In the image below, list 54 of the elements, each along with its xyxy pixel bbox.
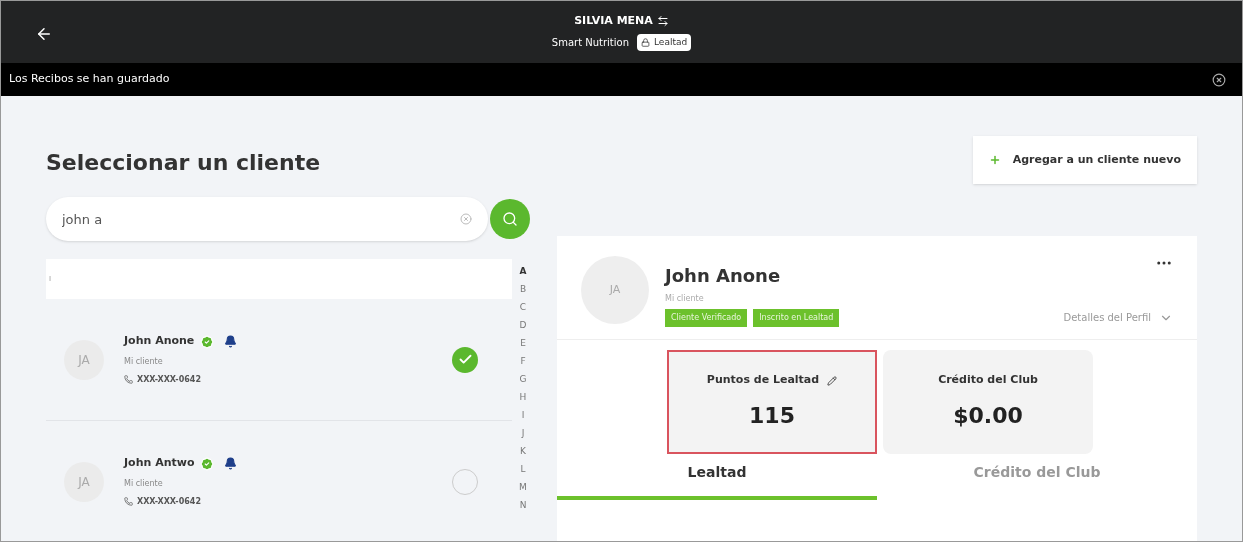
client-phone: XXX-XXX-0642 [137, 495, 201, 508]
edit-icon[interactable] [827, 375, 838, 386]
selected-check[interactable] [452, 346, 478, 373]
add-client-button[interactable]: Agregar a un cliente nuevo [972, 136, 1197, 184]
avatar: JA [64, 461, 104, 502]
stat-value: 115 [749, 401, 795, 430]
index-letter[interactable]: F [520, 355, 526, 368]
notification-message: Los Recibos se han guardado [9, 71, 171, 88]
search-field[interactable]: john a [46, 197, 488, 241]
index-letter[interactable]: J [521, 427, 525, 440]
phone-icon [124, 375, 133, 385]
back-button[interactable] [35, 25, 53, 43]
index-letter[interactable]: K [520, 445, 526, 458]
index-letter[interactable]: C [519, 301, 527, 314]
profile-details-toggle[interactable]: Detalles del Perfil [1063, 310, 1173, 325]
lock-icon [641, 37, 650, 47]
phone-icon [124, 497, 133, 507]
client-phone: XXX-XXX-0642 [137, 373, 201, 386]
index-letter[interactable]: I [521, 409, 525, 422]
stat-value: $0.00 [953, 401, 1023, 430]
client-type: Mi cliente [665, 293, 705, 305]
avatar: JA [64, 339, 104, 380]
search-button[interactable] [490, 199, 530, 239]
index-letter[interactable]: A [519, 265, 527, 278]
close-icon[interactable] [1212, 72, 1226, 87]
plus-icon [988, 154, 1001, 166]
swap-icon[interactable] [656, 15, 669, 28]
index-letter[interactable]: B [519, 283, 527, 296]
stat-label: Puntos de Lealtad [706, 372, 820, 389]
page-title: Seleccionar un cliente [46, 149, 322, 177]
client-name: John Antwo [124, 455, 195, 472]
status-tag: Inscrito en Lealtad [753, 309, 840, 327]
index-letter[interactable]: M [519, 481, 527, 494]
mode-chip[interactable]: Lealtad [637, 33, 692, 51]
index-letter[interactable]: L [520, 463, 526, 476]
tab[interactable]: Crédito del Club [877, 456, 1197, 500]
index-letter[interactable]: H [519, 391, 527, 404]
client-name: John Anone [124, 333, 195, 350]
clear-icon[interactable] [460, 213, 472, 225]
user-name: SILVIA MENA [574, 13, 653, 29]
search-icon [502, 211, 518, 227]
client-type: Mi cliente [124, 355, 164, 368]
index-letter[interactable]: N [519, 499, 527, 512]
index-letter[interactable]: D [519, 319, 527, 332]
avatar: JA [581, 256, 649, 324]
app-name: Smart Nutrition [551, 35, 629, 50]
index-letter[interactable]: G [519, 373, 527, 386]
stat-label: Crédito del Club [938, 372, 1038, 389]
check-icon [457, 352, 473, 367]
index-letter[interactable]: E [520, 337, 526, 350]
profile-name: John Anone [665, 264, 781, 288]
client-type: Mi cliente [124, 477, 164, 490]
status-tag: Cliente Verificado [665, 309, 748, 327]
tab[interactable]: Lealtad [557, 456, 877, 500]
